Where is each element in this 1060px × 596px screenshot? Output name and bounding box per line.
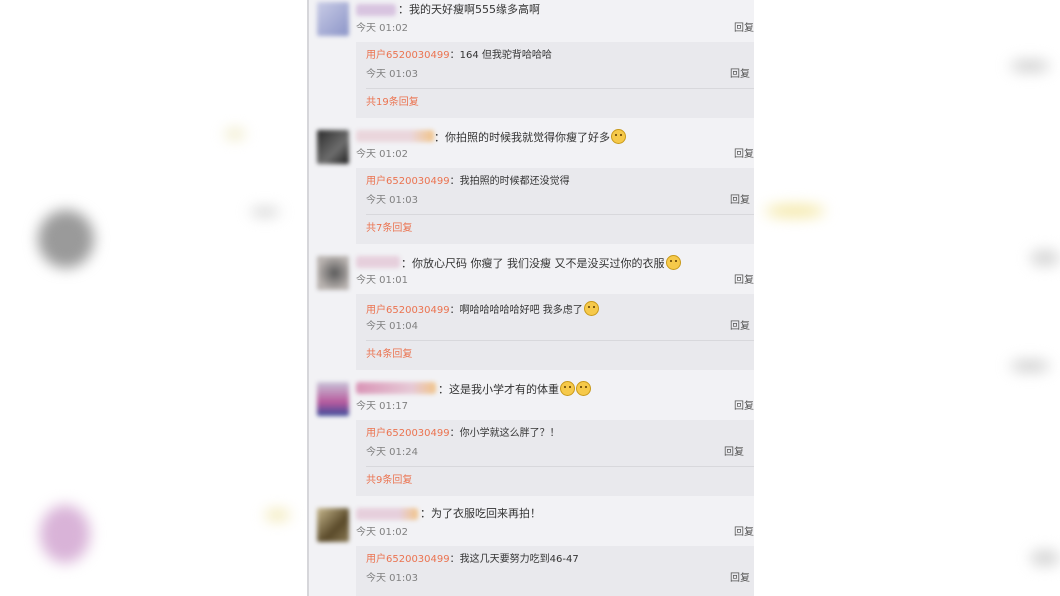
sub-reply-user-link[interactable]: 用户6520030499 [366, 50, 450, 61]
comment-item: ：我的天好瘦啊555缘多高啊 今天 01:02 回复 用户6520030499：… [309, 0, 754, 122]
comment-panel: ：我的天好瘦啊555缘多高啊 今天 01:02 回复 用户6520030499：… [307, 0, 754, 596]
blurred-background-avatar [38, 210, 94, 268]
blurred-background-text [1030, 250, 1060, 266]
laughing-emoji-icon [583, 301, 599, 316]
divider [366, 340, 754, 341]
sub-reply-user-link[interactable]: 用户6520030499 [366, 305, 450, 316]
username-blurred[interactable] [356, 382, 436, 394]
divider [366, 214, 754, 215]
blurred-background-text [765, 205, 825, 217]
reply-button[interactable]: 回复 [734, 274, 754, 288]
more-replies-link[interactable]: 共19条回复 [366, 96, 419, 110]
username-blurred[interactable] [356, 130, 434, 142]
sub-reply-button[interactable]: 回复 [730, 572, 750, 586]
divider [366, 88, 754, 89]
avatar[interactable] [317, 130, 349, 164]
sub-reply-box: 用户6520030499：啊哈哈哈哈哈好吧 我多虑了 今天 01:04 回复 共… [356, 294, 754, 370]
username-blurred[interactable] [356, 4, 396, 16]
crying-emoji-icon [611, 129, 626, 144]
sub-reply-time: 今天 01:03 [366, 69, 418, 80]
reply-button[interactable]: 回复 [734, 22, 754, 36]
sub-reply-text: 用户6520030499：你小学就这么胖了？！ [366, 428, 560, 439]
comment-text: ：为了衣服吃回来再拍！ [420, 507, 541, 520]
blurred-background-text [1010, 60, 1050, 72]
reply-button[interactable]: 回复 [734, 526, 754, 540]
sub-reply-user-link[interactable]: 用户6520030499 [366, 176, 450, 187]
comment-time: 今天 01:02 [356, 527, 408, 538]
more-replies-link[interactable]: 共9条回复 [366, 474, 412, 488]
avatar[interactable] [317, 256, 349, 290]
sub-reply-box: 用户6520030499：我拍照的时候都还没觉得 今天 01:03 回复 共7条… [356, 168, 754, 244]
blurred-background-text [225, 130, 245, 138]
sub-reply-user-link[interactable]: 用户6520030499 [366, 554, 450, 565]
emoji-icon [576, 381, 591, 396]
comment-time: 今天 01:02 [356, 149, 408, 160]
sub-reply-button[interactable]: 回复 [730, 320, 750, 334]
reply-button[interactable]: 回复 [734, 400, 754, 414]
sub-reply-time: 今天 01:04 [366, 321, 418, 332]
comment-text: ：你拍照的时候我就觉得你瘦了好多 [434, 129, 626, 145]
more-replies-link[interactable]: 共7条回复 [366, 222, 412, 236]
sub-reply-text: 用户6520030499：啊哈哈哈哈哈好吧 我多虑了 [366, 301, 599, 318]
comment-item: ：这是我小学才有的体重 今天 01:17 回复 用户6520030499：你小学… [309, 378, 754, 500]
comment-time: 今天 01:01 [356, 275, 408, 286]
comment-text: ：这是我小学才有的体重 [438, 381, 591, 397]
sub-reply-button[interactable]: 回复 [724, 446, 744, 460]
username-blurred[interactable] [356, 508, 418, 520]
username-blurred[interactable] [356, 256, 400, 268]
smirk-emoji-icon [665, 255, 681, 270]
sub-reply-text: 用户6520030499：我这几天要努力吃到46-47 [366, 554, 579, 565]
sub-reply-user-link[interactable]: 用户6520030499 [366, 428, 450, 439]
comment-text: ：我的天好瘦啊555缘多高啊 [398, 3, 540, 16]
sub-reply-text: 用户6520030499：我拍照的时候都还没觉得 [366, 176, 570, 187]
comment-text: ：你放心尺码 你瘦了 我们没瘦 又不是没买过你的衣服 [401, 255, 681, 271]
comment-item: ：为了衣服吃回来再拍！ 今天 01:02 回复 用户6520030499：我这几… [309, 504, 754, 596]
emoji-icon [560, 381, 575, 396]
blurred-background-text [1030, 550, 1060, 566]
comment-item: ：你放心尺码 你瘦了 我们没瘦 又不是没买过你的衣服 今天 01:01 回复 用… [309, 252, 754, 374]
avatar[interactable] [317, 2, 349, 36]
sub-reply-time: 今天 01:24 [366, 447, 418, 458]
blurred-background-text [1010, 360, 1050, 372]
blurred-background-text [265, 510, 290, 520]
avatar[interactable] [317, 508, 349, 542]
sub-reply-box: 用户6520030499：你小学就这么胖了？！ 今天 01:24 回复 共9条回… [356, 420, 754, 496]
more-replies-link[interactable]: 共4条回复 [366, 348, 412, 362]
sub-reply-time: 今天 01:03 [366, 195, 418, 206]
blurred-background-avatar [40, 505, 90, 563]
comment-time: 今天 01:02 [356, 23, 408, 34]
sub-reply-box: 用户6520030499：我这几天要努力吃到46-47 今天 01:03 回复 [356, 546, 754, 596]
divider [366, 466, 754, 467]
comment-time: 今天 01:17 [356, 401, 408, 412]
reply-button[interactable]: 回复 [734, 148, 754, 162]
sub-reply-button[interactable]: 回复 [730, 68, 750, 82]
blurred-background-text [250, 208, 280, 216]
sub-reply-text: 用户6520030499：164 但我驼背哈哈哈 [366, 50, 552, 61]
avatar[interactable] [317, 382, 349, 416]
sub-reply-button[interactable]: 回复 [730, 194, 750, 208]
sub-reply-box: 用户6520030499：164 但我驼背哈哈哈 今天 01:03 回复 共19… [356, 42, 754, 118]
comment-item: ：你拍照的时候我就觉得你瘦了好多 今天 01:02 回复 用户652003049… [309, 126, 754, 248]
sub-reply-time: 今天 01:03 [366, 573, 418, 584]
